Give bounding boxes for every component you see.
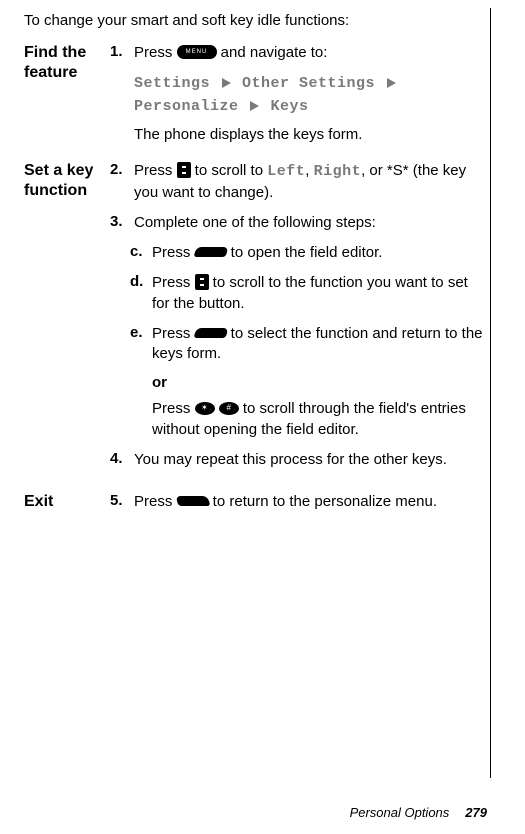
label-find-feature: Find the feature — [24, 43, 110, 149]
step-3d: d. Press to scroll to the function you w… — [110, 273, 487, 314]
hash-key-icon: # — [219, 402, 239, 415]
step-3-text: Complete one of the following steps: — [134, 213, 487, 233]
step-3c-text-a: Press — [152, 244, 195, 261]
menu-path: Settings Other Settings Personalize Keys — [134, 73, 487, 118]
or-separator: or — [152, 374, 487, 391]
step-1-text: Press MENU and navigate to: — [134, 43, 487, 63]
footer-page-number: 279 — [465, 805, 487, 820]
page-footer: Personal Options 279 — [350, 805, 487, 820]
scroll-key-icon — [177, 162, 191, 178]
block-set-key-function: Set a key function 2. Press to scroll to… — [24, 161, 487, 480]
step-3c-number: c. — [130, 243, 152, 263]
step-4-number: 4. — [110, 450, 134, 470]
back-key-icon — [175, 496, 210, 506]
content-exit: 5. Press to return to the personalize me… — [110, 492, 487, 522]
step-1-number: 1. — [110, 43, 134, 63]
step-3e-text: Press to select the function and return … — [152, 324, 487, 365]
step-2-number: 2. — [110, 161, 134, 203]
step-3e-text-a: Press — [152, 325, 195, 342]
path-keys: Keys — [261, 98, 309, 115]
step-3e-number: e. — [130, 324, 152, 365]
step-2: 2. Press to scroll to Left, Right, or *S… — [110, 161, 487, 203]
step-3c: c. Press to open the field editor. — [110, 243, 487, 263]
intro-text: To change your smart and soft key idle f… — [24, 12, 487, 29]
step-3-or-text: Press ✶ # to scroll through the field's … — [152, 399, 487, 440]
step-2-text: Press to scroll to Left, Right, or *S* (… — [134, 161, 487, 203]
step-5-number: 5. — [110, 492, 134, 512]
label-exit: Exit — [24, 492, 110, 522]
step-1: 1. Press MENU and navigate to: — [110, 43, 487, 63]
step-3c-text: Press to open the field editor. — [152, 243, 487, 263]
step-5-text: Press to return to the personalize menu. — [134, 492, 487, 512]
footer-section: Personal Options — [350, 805, 450, 820]
path-personalize: Personalize — [134, 98, 248, 115]
menu-key-icon: MENU — [177, 45, 217, 59]
step-3-number: 3. — [110, 213, 134, 233]
arrow-icon — [222, 78, 231, 88]
label-set-key-function: Set a key function — [24, 161, 110, 480]
arrow-icon — [387, 78, 396, 88]
block-find-feature: Find the feature 1. Press MENU and navig… — [24, 43, 487, 149]
step-5-text-b: to return to the personalize menu. — [209, 493, 437, 510]
step-1-result: The phone displays the keys form. — [134, 126, 487, 143]
path-other-settings: Other Settings — [233, 75, 385, 92]
vertical-divider — [490, 8, 491, 778]
step-1-text-a: Press — [134, 44, 177, 61]
step-3d-text: Press to scroll to the function you want… — [152, 273, 487, 314]
step-4: 4. You may repeat this process for the o… — [110, 450, 487, 470]
star-key-icon: ✶ — [195, 402, 215, 415]
step-2-comma: , — [305, 162, 313, 179]
scroll-key-icon — [195, 274, 209, 290]
select-key-icon — [193, 328, 228, 338]
step-3c-text-b: to open the field editor. — [227, 244, 383, 261]
path-settings: Settings — [134, 75, 220, 92]
arrow-icon — [250, 101, 259, 111]
content-find-feature: 1. Press MENU and navigate to: Settings … — [110, 43, 487, 149]
or-text-a: Press — [152, 400, 195, 417]
step-3d-number: d. — [130, 273, 152, 314]
step-5: 5. Press to return to the personalize me… — [110, 492, 487, 512]
step-5-text-a: Press — [134, 493, 177, 510]
step-2-text-b: to scroll to — [191, 162, 268, 179]
step-3: 3. Complete one of the following steps: — [110, 213, 487, 233]
block-exit: Exit 5. Press to return to the personali… — [24, 492, 487, 522]
left-option: Left — [267, 163, 305, 180]
content-set-key-function: 2. Press to scroll to Left, Right, or *S… — [110, 161, 487, 480]
step-1-text-b: and navigate to: — [217, 44, 328, 61]
right-option: Right — [314, 163, 362, 180]
step-2-text-a: Press — [134, 162, 177, 179]
step-3d-text-a: Press — [152, 274, 195, 291]
step-4-text: You may repeat this process for the othe… — [134, 450, 487, 470]
select-key-icon — [193, 247, 228, 257]
step-3e: e. Press to select the function and retu… — [110, 324, 487, 365]
